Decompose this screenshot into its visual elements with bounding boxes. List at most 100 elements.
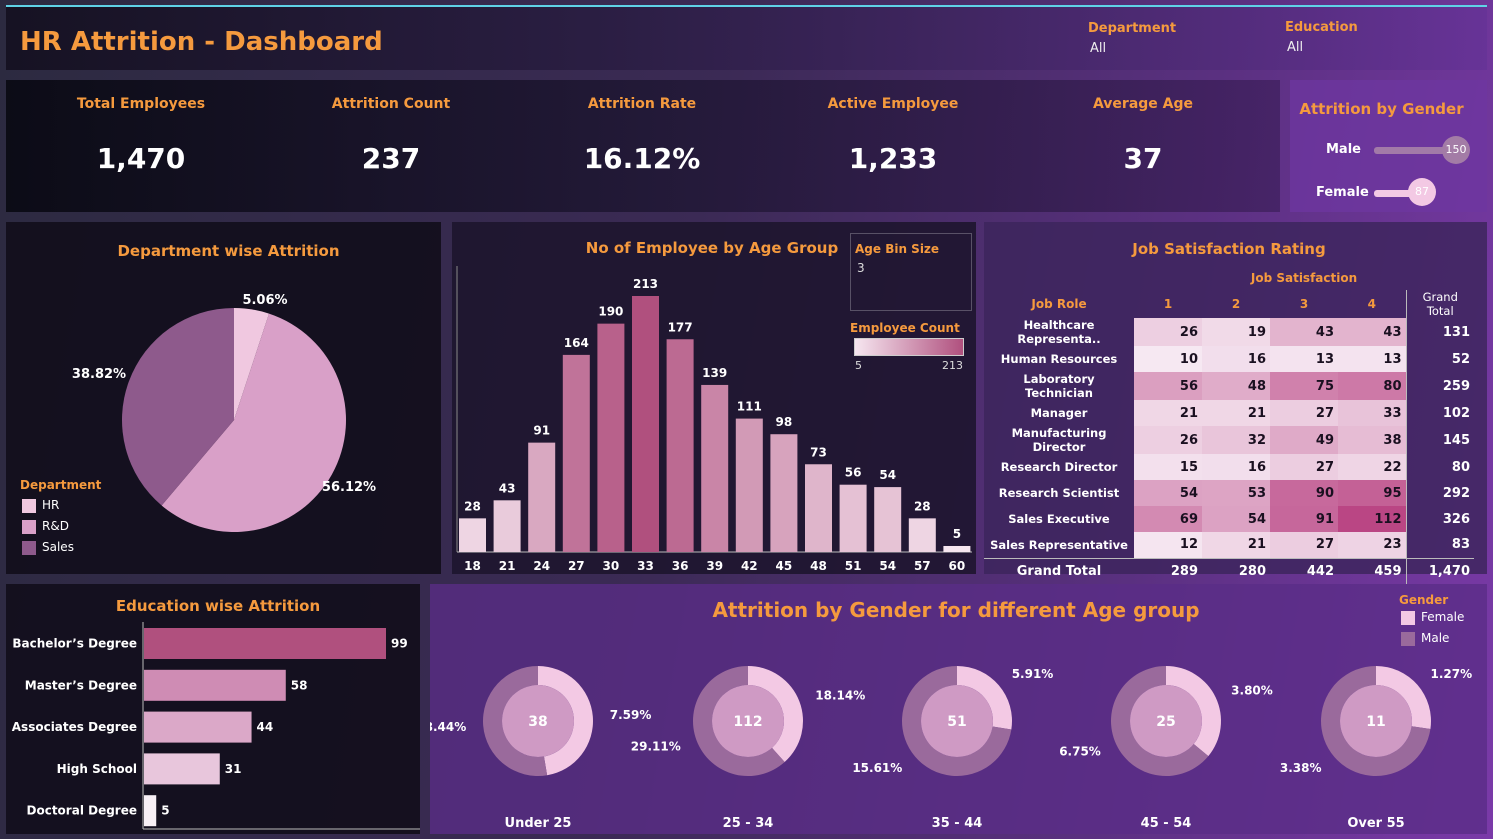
- age-bar-18[interactable]: [459, 518, 486, 552]
- education-bar[interactable]: [144, 795, 157, 827]
- table-row[interactable]: Manufacturing Director 26 32 49 38 145: [984, 426, 1474, 454]
- grand-total-cell: 289: [1134, 557, 1202, 584]
- x-tick-label: 30: [603, 559, 620, 573]
- education-category-label: Bachelor’s Degree: [12, 637, 137, 651]
- gender-female-value: 87: [1408, 178, 1436, 206]
- x-tick-label: 60: [949, 559, 966, 573]
- age-bar-45[interactable]: [770, 434, 798, 552]
- age-bar-39[interactable]: [701, 384, 729, 552]
- x-tick-label: 45: [776, 559, 793, 573]
- table-row[interactable]: Laboratory Technician 56 48 75 80 259: [984, 372, 1474, 400]
- age-bar-54[interactable]: [874, 487, 902, 552]
- age-bar-42[interactable]: [735, 418, 763, 552]
- job-role-cell: Research Scientist: [998, 486, 1120, 500]
- row-total-cell: 326: [1405, 506, 1474, 532]
- job-role-cell: Laboratory Technician: [1023, 372, 1095, 400]
- legend-label: HR: [42, 498, 60, 512]
- legend-item-rnd[interactable]: R&D: [22, 519, 74, 540]
- pie-slice-label: 5.06%: [242, 293, 287, 308]
- satisfaction-cell: 49: [1270, 426, 1338, 454]
- job-role-cell: Human Resources: [1000, 352, 1118, 366]
- age-bar-27[interactable]: [562, 354, 590, 552]
- gender-age-donut-charts: 38 7.59% 8.44% Under 25 112 18.14% 29.11% 25 - …: [430, 666, 1472, 831]
- satisfaction-cell: 27: [1270, 454, 1338, 480]
- scale-min-label: 5: [855, 359, 862, 372]
- satisfaction-cell: 15: [1134, 454, 1202, 480]
- satisfaction-cell: 27: [1270, 400, 1338, 426]
- education-bar[interactable]: [144, 669, 286, 701]
- x-tick-label: 33: [637, 559, 654, 573]
- legend-item-hr[interactable]: HR: [22, 498, 74, 519]
- gender-male-label: Male: [1326, 142, 1361, 157]
- age-bar-30[interactable]: [597, 323, 625, 552]
- age-bar-51[interactable]: [839, 484, 867, 552]
- legend-label: Sales: [42, 540, 74, 554]
- age-bar-33[interactable]: [632, 296, 659, 552]
- table-row[interactable]: Manager 21 21 27 33 102: [984, 400, 1474, 426]
- satisfaction-cell: 12: [1134, 532, 1202, 558]
- bar-value-label: 98: [776, 415, 793, 429]
- satisfaction-cell: 48: [1202, 372, 1270, 400]
- kpi-value: 16.12%: [583, 142, 701, 175]
- education-bar[interactable]: [144, 753, 220, 785]
- kpi-attrition-count: Attrition Count 237: [266, 80, 516, 175]
- column-header: 1: [1163, 297, 1173, 311]
- table-row[interactable]: Research Scientist 54 53 90 95 292: [984, 480, 1474, 506]
- age-group-label: 35 - 44: [932, 816, 983, 831]
- job-role-cell: Sales Executive: [1008, 512, 1110, 526]
- grand-total-cell: 280: [1202, 557, 1270, 584]
- education-bar-value: 44: [257, 720, 274, 734]
- education-bar[interactable]: [144, 628, 386, 659]
- education-bar[interactable]: [144, 711, 252, 743]
- x-tick-label: 36: [672, 559, 689, 573]
- row-total-cell: 52: [1405, 346, 1474, 372]
- age-bin-size-input[interactable]: 3: [857, 261, 865, 275]
- bar-value-label: 73: [810, 445, 827, 459]
- donut-female-label: 18.14%: [815, 688, 865, 702]
- age-bar-21[interactable]: [493, 500, 521, 552]
- satisfaction-cell: 43: [1338, 318, 1406, 346]
- filter-department-select[interactable]: All: [1090, 41, 1106, 56]
- donut-total-label: 112: [733, 714, 762, 730]
- age-bar-36[interactable]: [666, 339, 694, 552]
- satisfaction-cell: 43: [1270, 318, 1338, 346]
- employee-count-scale-label: Employee Count: [850, 321, 960, 335]
- legend-item-sales[interactable]: Sales: [22, 540, 74, 561]
- job-role-cell: Manager: [1030, 406, 1088, 420]
- satisfaction-cell: 21: [1202, 532, 1270, 558]
- age-bar-60[interactable]: [943, 545, 971, 552]
- grand-total-cell: 442: [1270, 557, 1338, 584]
- donut-male-label: 6.75%: [1059, 745, 1101, 759]
- age-bin-size-control[interactable]: Age Bin Size 3: [850, 233, 972, 311]
- table-row[interactable]: Healthcare Representa.. 26 19 43 43 131: [984, 318, 1474, 346]
- age-bar-48[interactable]: [805, 464, 832, 552]
- column-header: 4: [1367, 297, 1376, 311]
- job-role-cell: Research Director: [1000, 460, 1118, 474]
- satisfaction-cell: 90: [1270, 480, 1338, 506]
- donut-total-label: 11: [1366, 714, 1385, 730]
- gender-female-label: Female: [1316, 185, 1369, 200]
- dashboard-header: HR Attrition - Dashboard Department All …: [6, 5, 1487, 70]
- education-bar-value: 99: [391, 637, 408, 651]
- column-header: 2: [1231, 297, 1241, 311]
- satisfaction-cell: 33: [1338, 400, 1406, 426]
- department-attrition-panel: Department wise Attrition 5.06% 56.12% 38.…: [6, 222, 441, 574]
- x-tick-label: 39: [706, 559, 723, 573]
- age-group-label: Over 55: [1347, 816, 1404, 831]
- age-group-label: 45 - 54: [1141, 816, 1192, 831]
- table-header-row: Job Role 1 2 3 4 Grand Total: [984, 290, 1474, 318]
- age-bar-57[interactable]: [908, 518, 936, 552]
- kpi-label: Total Employees: [76, 96, 206, 112]
- satisfaction-cell: 32: [1202, 426, 1270, 454]
- age-bar-24[interactable]: [528, 442, 556, 552]
- bar-value-label: 177: [668, 320, 693, 334]
- table-row[interactable]: Sales Representative 12 21 27 23 83: [984, 532, 1474, 558]
- legend-swatch: [22, 498, 36, 513]
- row-total-cell: 83: [1405, 532, 1474, 558]
- satisfaction-cell: 27: [1270, 532, 1338, 558]
- job-role-cell: Manufacturing Director: [1011, 426, 1107, 454]
- table-row[interactable]: Research Director 15 16 27 22 80: [984, 454, 1474, 480]
- table-row[interactable]: Sales Executive 69 54 91 112 326: [984, 506, 1474, 532]
- filter-education-select[interactable]: All: [1287, 40, 1303, 55]
- table-row[interactable]: Human Resources 10 16 13 13 52: [984, 346, 1474, 372]
